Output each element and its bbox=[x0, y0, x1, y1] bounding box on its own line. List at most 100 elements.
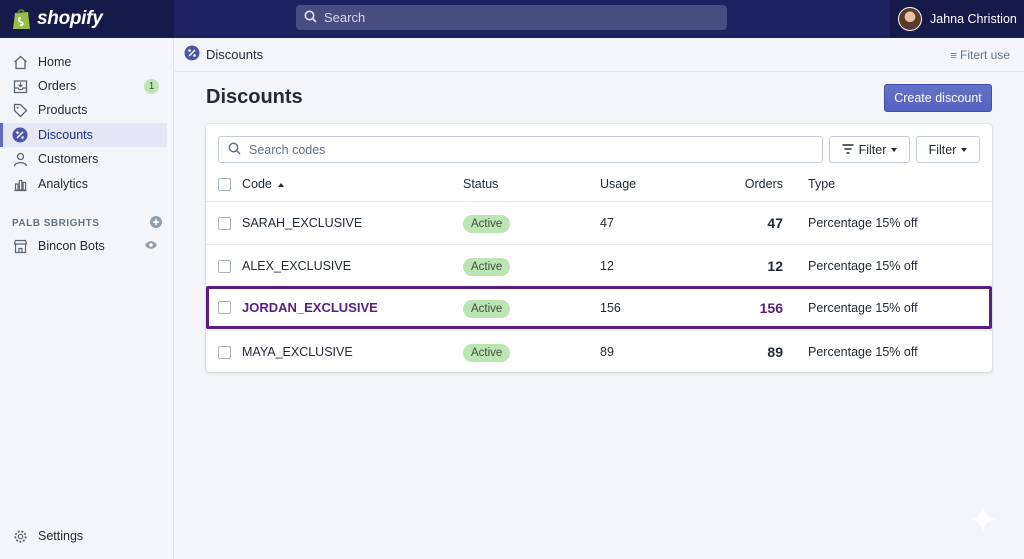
column-header-code[interactable]: Code bbox=[242, 177, 284, 191]
user-menu[interactable]: Jahna Christion bbox=[890, 0, 1024, 38]
chart-icon bbox=[12, 176, 28, 192]
sidebar-item-label: Products bbox=[38, 103, 88, 117]
status-badge: Active bbox=[463, 258, 511, 276]
status-badge: Active bbox=[463, 299, 511, 318]
sidebar-item-channel[interactable]: Bincon Bots bbox=[0, 234, 167, 258]
home-icon bbox=[12, 54, 28, 70]
discounts-card: Search codes Filter Filter Code Status U… bbox=[206, 124, 992, 372]
usage-value: 47 bbox=[600, 216, 614, 230]
sparkle-icon bbox=[966, 502, 1000, 536]
table-row[interactable]: ALEX_EXCLUSIVE Active 12 12 Percentage 1… bbox=[206, 244, 992, 287]
status-badge: Active bbox=[463, 215, 511, 233]
discount-type: Percentage 15% off bbox=[808, 259, 918, 273]
column-header-orders: Orders bbox=[744, 177, 783, 191]
sidebar-item-customers[interactable]: Customers bbox=[0, 147, 167, 171]
row-checkbox[interactable] bbox=[218, 301, 231, 314]
sidebar-item-products[interactable]: Products bbox=[0, 98, 167, 122]
chevron-down-icon bbox=[961, 147, 968, 152]
usage-value: 156 bbox=[600, 300, 621, 315]
row-checkbox[interactable] bbox=[218, 216, 231, 230]
brand-logo[interactable]: shopify bbox=[0, 0, 174, 38]
sidebar: Home Orders 1 Products Discounts Custome… bbox=[0, 38, 174, 559]
table-row-highlighted[interactable]: JORDAN_EXCLUSIVE Active 156 156 Percenta… bbox=[206, 286, 992, 329]
filter-icon bbox=[842, 143, 854, 157]
row-checkbox[interactable] bbox=[218, 259, 231, 273]
gear-icon bbox=[12, 528, 28, 544]
column-header-type: Type bbox=[808, 177, 836, 191]
eye-icon[interactable] bbox=[144, 239, 158, 253]
filter-button[interactable]: Filter bbox=[829, 136, 910, 163]
section-title-text: PALB SBRIGHTS bbox=[12, 218, 100, 229]
sidebar-item-discounts[interactable]: Discounts bbox=[0, 123, 167, 147]
store-icon bbox=[12, 238, 28, 254]
search-icon bbox=[228, 142, 241, 158]
tag-icon bbox=[12, 102, 28, 118]
orders-value: 47 bbox=[767, 215, 783, 231]
row-checkbox[interactable] bbox=[218, 345, 231, 359]
breadcrumb-title[interactable]: Discounts bbox=[206, 47, 263, 62]
breadcrumb: Discounts ≡ Fitert use bbox=[175, 38, 1024, 72]
filter-user-label: Fitert use bbox=[959, 47, 1010, 62]
column-header-status: Status bbox=[463, 177, 499, 191]
sidebar-item-label: Discounts bbox=[38, 128, 93, 142]
avatar bbox=[898, 7, 922, 31]
orders-value: 89 bbox=[767, 344, 783, 360]
page-title: Discounts bbox=[206, 86, 303, 108]
orders-icon bbox=[12, 78, 28, 94]
discount-type: Percentage 15% off bbox=[808, 216, 918, 230]
status-badge-label: Active bbox=[463, 258, 511, 276]
sidebar-item-analytics[interactable]: Analytics bbox=[0, 172, 167, 196]
filter-dropdown-button[interactable]: Filter bbox=[916, 136, 980, 163]
sidebar-item-label: Home bbox=[38, 55, 72, 69]
table-row[interactable]: SARAH_EXCLUSIVE Active 47 47 Percentage … bbox=[206, 201, 992, 244]
discount-type: Percentage 15% off bbox=[808, 345, 918, 359]
user-name: Jahna Christion bbox=[930, 12, 1017, 26]
sidebar-item-label: Settings bbox=[38, 529, 84, 543]
filter-label: Filter bbox=[928, 142, 957, 157]
column-header-code-label: Code bbox=[242, 177, 272, 191]
add-channel-icon[interactable] bbox=[150, 216, 162, 231]
orders-value: 156 bbox=[759, 299, 783, 316]
status-badge: Active bbox=[463, 344, 511, 362]
list-icon: ≡ bbox=[950, 49, 960, 62]
status-badge-label: Active bbox=[463, 215, 511, 233]
discount-icon bbox=[184, 45, 200, 64]
sidebar-item-label: Customers bbox=[38, 152, 99, 166]
search-icon bbox=[304, 10, 317, 26]
status-badge-label: Active bbox=[463, 299, 511, 318]
sales-channels-heading: PALB SBRIGHTS bbox=[12, 216, 162, 231]
filter-label: Filter bbox=[858, 142, 887, 157]
status-badge-label: Active bbox=[463, 344, 511, 362]
filter-user-link[interactable]: ≡ Fitert use bbox=[951, 48, 1011, 62]
sort-ascending-icon bbox=[277, 182, 284, 187]
discount-code[interactable]: ALEX_EXCLUSIVE bbox=[242, 259, 351, 273]
discount-code[interactable]: MAYA_EXCLUSIVE bbox=[242, 345, 353, 359]
chevron-down-icon bbox=[891, 147, 898, 152]
select-all-checkbox[interactable] bbox=[218, 177, 231, 191]
table-header: Code Status Usage Orders Type bbox=[206, 168, 992, 200]
table-row[interactable]: MAYA_EXCLUSIVE Active 89 89 Percentage 1… bbox=[206, 330, 992, 373]
create-discount-button[interactable]: Create discount bbox=[884, 84, 992, 112]
usage-value: 89 bbox=[600, 345, 614, 359]
discount-code[interactable]: SARAH_EXCLUSIVE bbox=[242, 216, 362, 230]
orders-value: 12 bbox=[767, 258, 783, 274]
shopify-bag-icon bbox=[12, 8, 31, 30]
global-search-input[interactable]: Search bbox=[296, 5, 727, 30]
brand-name: shopify bbox=[37, 8, 103, 29]
discount-type: Percentage 15% off bbox=[808, 300, 918, 315]
person-icon bbox=[12, 151, 28, 167]
sidebar-item-label: Bincon Bots bbox=[38, 239, 105, 253]
discount-icon bbox=[12, 127, 28, 143]
search-codes-placeholder: Search codes bbox=[249, 142, 326, 157]
search-codes-input[interactable]: Search codes bbox=[218, 136, 823, 163]
search-placeholder: Search bbox=[324, 10, 366, 25]
sidebar-item-home[interactable]: Home bbox=[0, 50, 167, 74]
discount-code[interactable]: JORDAN_EXCLUSIVE bbox=[242, 300, 378, 315]
column-header-usage: Usage bbox=[600, 177, 637, 191]
sidebar-item-settings[interactable]: Settings bbox=[0, 524, 167, 548]
usage-value: 12 bbox=[600, 259, 614, 273]
orders-count-badge: 1 bbox=[144, 78, 159, 94]
sidebar-item-label: Orders bbox=[38, 79, 77, 93]
top-bar: shopify Search Jahna Christion bbox=[0, 0, 1024, 38]
sidebar-item-orders[interactable]: Orders 1 bbox=[0, 74, 167, 98]
